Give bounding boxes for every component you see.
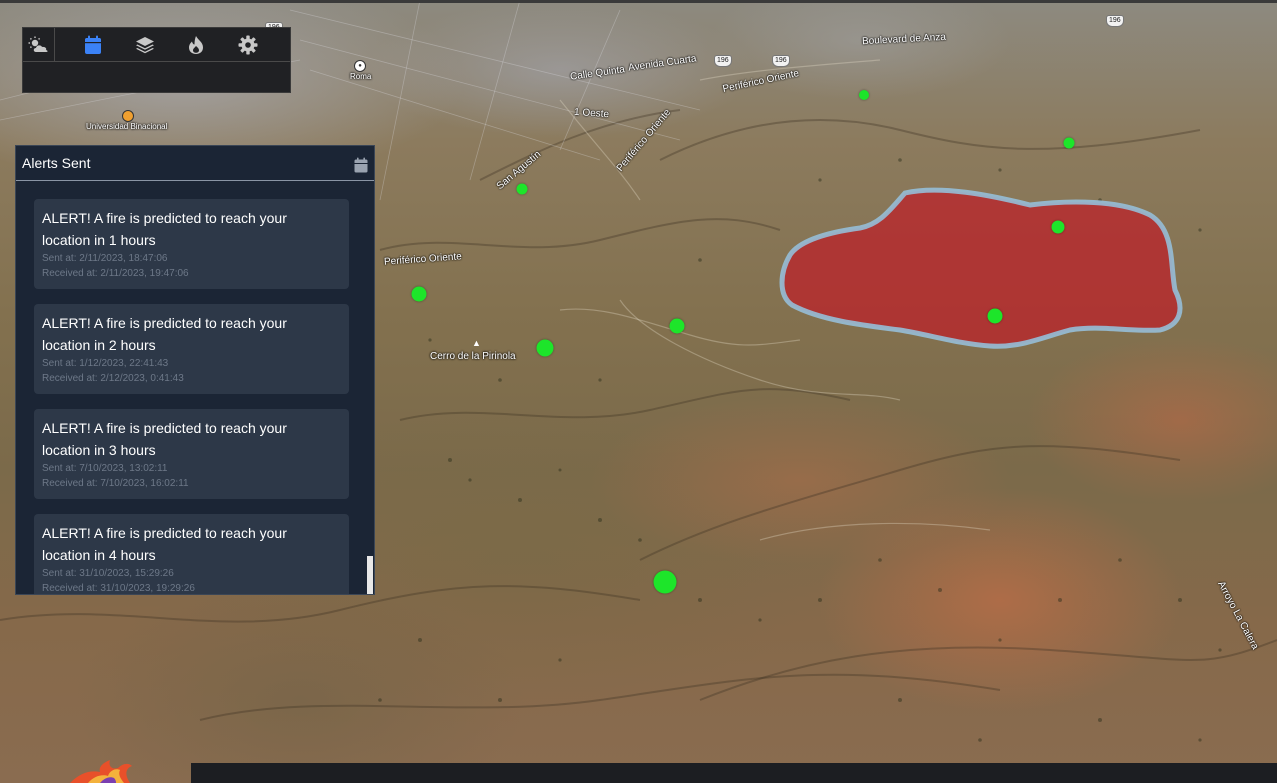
alert-message: ALERT! A fire is predicted to reach your… (42, 525, 287, 563)
weather-button[interactable] (23, 28, 55, 61)
fire-zone-polygon (779, 187, 1183, 349)
sensor-marker[interactable] (516, 183, 528, 195)
app-logo-icon (60, 758, 140, 783)
map-label-universidad: Universidad Binacional (86, 122, 168, 131)
alert-item[interactable]: ALERT! A fire is predicted to reach your… (34, 304, 349, 394)
sensor-marker[interactable] (1051, 220, 1065, 234)
alert-message: ALERT! A fire is predicted to reach your… (42, 315, 287, 353)
cloud-sun-icon (28, 36, 48, 52)
map-app: Boulevard de Anza Calle Quinta Avenida C… (0, 0, 1277, 783)
sensor-marker[interactable] (653, 570, 677, 594)
alert-received-time: Received at: 7/10/2023, 16:02:11 (42, 478, 189, 489)
alerts-sent-panel: Alerts Sent ALERT! A fire is predicted t… (15, 145, 375, 595)
window-top-edge (0, 0, 1277, 3)
alert-received-time: Received at: 2/12/2023, 0:41:43 (42, 373, 184, 384)
alert-received-time: Received at: 2/11/2023, 19:47:06 (42, 268, 189, 279)
alert-sent-time: Sent at: 7/10/2023, 13:02:11 (42, 463, 168, 474)
alert-item[interactable]: ALERT! A fire is predicted to reach your… (34, 199, 349, 289)
highway-shield: 196 (772, 55, 790, 67)
toolbar-buttons (23, 28, 290, 62)
layers-button[interactable] (131, 28, 159, 61)
calendar-icon (85, 35, 101, 54)
alerts-calendar-button[interactable] (55, 28, 131, 61)
alerts-panel-header: Alerts Sent (16, 146, 374, 181)
mountain-peak-icon: ▲ (472, 338, 481, 348)
gear-icon (238, 35, 258, 54)
sensor-marker[interactable] (669, 318, 685, 334)
sensor-marker[interactable] (536, 339, 554, 357)
highway-shield: 196 (714, 55, 732, 67)
alert-item[interactable]: ALERT! A fire is predicted to reach your… (34, 514, 349, 594)
alert-message: ALERT! A fire is predicted to reach your… (42, 420, 287, 458)
sensor-marker[interactable] (1063, 137, 1075, 149)
sensor-marker[interactable] (411, 286, 427, 302)
sensor-marker[interactable] (987, 308, 1003, 324)
map-label-cerro: Cerro de la Pirinola (430, 351, 516, 362)
alerts-calendar-toggle[interactable] (354, 157, 368, 178)
alert-sent-time: Sent at: 2/11/2023, 18:47:06 (42, 253, 168, 264)
layers-icon (136, 36, 154, 53)
map-label-roma: Roma (350, 72, 372, 81)
fire-icon (189, 35, 203, 54)
alerts-scrollbar-thumb[interactable] (367, 556, 373, 594)
alert-sent-time: Sent at: 31/10/2023, 15:29:26 (42, 568, 174, 579)
alerts-list[interactable]: ALERT! A fire is predicted to reach your… (16, 181, 374, 594)
poi-icon-roma: ● (354, 60, 366, 72)
alerts-panel-title: Alerts Sent (22, 155, 91, 171)
alert-message: ALERT! A fire is predicted to reach your… (42, 210, 287, 248)
map-toolbar (22, 27, 291, 93)
alerts-scrollbar[interactable] (367, 181, 373, 594)
calendar-icon (354, 157, 368, 173)
alert-item[interactable]: ALERT! A fire is predicted to reach your… (34, 409, 349, 499)
alert-received-time: Received at: 31/10/2023, 19:29:26 (42, 583, 195, 594)
poi-icon-universidad (122, 110, 134, 122)
highway-shield: 196 (1106, 15, 1124, 27)
bottom-status-bar (191, 763, 1277, 783)
fire-button[interactable] (159, 28, 233, 61)
alert-sent-time: Sent at: 1/12/2023, 22:41:43 (42, 358, 169, 369)
settings-button[interactable] (233, 28, 263, 61)
sensor-marker[interactable] (859, 90, 869, 100)
map-label-oeste: 1 Oeste (573, 106, 610, 121)
